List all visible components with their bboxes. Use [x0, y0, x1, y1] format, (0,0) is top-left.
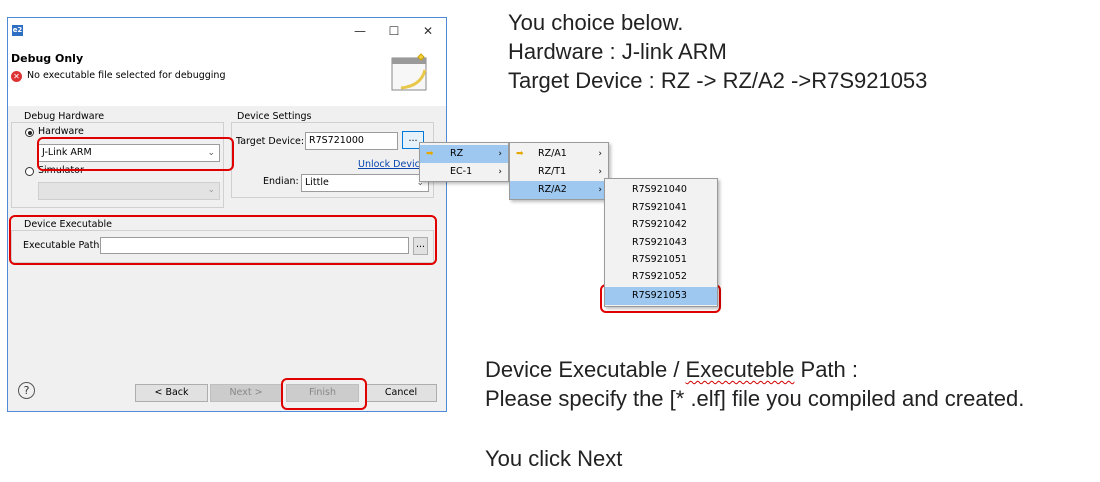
endian-select[interactable]: Little ⌄	[301, 174, 429, 192]
hardware-radio-label: Hardware	[38, 126, 84, 137]
hardware-radio[interactable]	[25, 128, 34, 137]
menu-item-label: R7S921043	[632, 237, 687, 248]
target-device-label: Target Device:	[236, 136, 305, 147]
cancel-button[interactable]: Cancel	[365, 384, 437, 402]
wizard-banner-icon	[391, 53, 427, 91]
hardware-highlight	[37, 137, 234, 171]
menu-item-label: RZ	[450, 148, 464, 159]
menu-item-label: R7S921051	[632, 254, 687, 265]
device-settings-label: Device Settings	[235, 111, 314, 122]
menu-item-device[interactable]: R7S921042	[605, 216, 717, 234]
device-list-menu: R7S921040 R7S921041 R7S921042 R7S921043 …	[604, 178, 718, 307]
instruction-next: You click Next	[485, 446, 623, 471]
chevron-right-icon: ›	[598, 149, 602, 159]
instruction-top: You choice below. Hardware : J-link ARM …	[508, 8, 927, 95]
back-button[interactable]: < Back	[135, 384, 208, 402]
endian-label: Endian:	[263, 176, 299, 187]
menu-item-device-selected[interactable]: R7S921053	[605, 287, 717, 305]
instruction-bottom: Device Executable / Executeble Path : Pl…	[485, 355, 1024, 413]
menu-item-rz-a2[interactable]: RZ/A2 ›	[510, 181, 608, 199]
simulator-radio[interactable]	[25, 167, 34, 176]
instruction-line: You choice below.	[508, 10, 684, 35]
menu-item-label: R7S921040	[632, 184, 687, 195]
maximize-button[interactable]: ☐	[384, 22, 404, 40]
chevron-right-icon: ›	[498, 167, 502, 177]
menu-item-device[interactable]: R7S921041	[605, 199, 717, 217]
title-bar: e2 — ☐ ✕	[8, 18, 446, 46]
menu-item-label: RZ/T1	[538, 166, 567, 177]
error-message: No executable file selected for debuggin…	[27, 70, 226, 81]
dialog-header: Debug Only ✕ No executable file selected…	[8, 46, 446, 106]
menu-item-label: RZ/A1	[538, 148, 567, 159]
chevron-right-icon: ›	[598, 167, 602, 177]
menu-item-label: R7S921053	[632, 290, 687, 301]
chevron-right-icon: ›	[598, 185, 602, 195]
close-button[interactable]: ✕	[418, 22, 438, 40]
menu-item-device[interactable]: R7S921040	[605, 181, 717, 199]
help-icon[interactable]: ?	[18, 382, 35, 399]
menu-item-label: R7S921041	[632, 202, 687, 213]
minimize-button[interactable]: —	[350, 22, 370, 40]
error-icon: ✕	[11, 71, 22, 82]
menu-item-device[interactable]: R7S921052	[605, 268, 717, 286]
finish-highlight	[281, 378, 367, 410]
menu-item-label: R7S921042	[632, 219, 687, 230]
rz-series-menu: ➡ RZ/A1 › RZ/T1 › RZ/A2 ›	[509, 142, 609, 200]
instruction-line: Target Device : RZ -> RZ/A2 ->R7S921053	[508, 68, 928, 93]
menu-item-rz-a1[interactable]: ➡ RZ/A1 ›	[510, 145, 608, 163]
menu-item-label: RZ/A2	[538, 184, 567, 195]
endian-select-value: Little	[305, 177, 329, 188]
chevron-down-icon: ⌄	[207, 185, 215, 195]
instruction-line: Device Executable / Executeble Path :	[485, 355, 1024, 384]
folder-icon: ➡	[516, 149, 524, 159]
instruction-text: Device Executable /	[485, 357, 686, 382]
menu-item-label: R7S921052	[632, 271, 687, 282]
menu-item-device[interactable]: R7S921051	[605, 251, 717, 269]
menu-item-rz[interactable]: ➡ RZ ›	[420, 145, 508, 163]
instruction-line: Please specify the [* .elf] file you com…	[485, 386, 1025, 411]
page-title: Debug Only	[11, 52, 84, 65]
executable-highlight	[9, 215, 437, 265]
folder-icon: ➡	[426, 149, 434, 159]
app-icon: e2	[12, 25, 23, 36]
menu-item-label: EC-1	[450, 166, 473, 177]
device-family-menu: ➡ RZ › EC-1 ›	[419, 142, 509, 182]
next-button[interactable]: Next >	[210, 384, 282, 402]
simulator-select[interactable]: ⌄	[38, 182, 220, 200]
chevron-right-icon: ›	[498, 149, 502, 159]
misspelled-word: Executeble	[685, 357, 795, 382]
debug-hardware-label: Debug Hardware	[22, 111, 107, 122]
instruction-line: Hardware : J-link ARM	[508, 39, 727, 64]
menu-item-device[interactable]: R7S921043	[605, 234, 717, 252]
instruction-text: Path :	[794, 357, 858, 382]
target-device-field[interactable]: R7S721000	[305, 132, 398, 150]
menu-item-ec-1[interactable]: EC-1 ›	[420, 163, 508, 181]
menu-item-rz-t1[interactable]: RZ/T1 ›	[510, 163, 608, 181]
